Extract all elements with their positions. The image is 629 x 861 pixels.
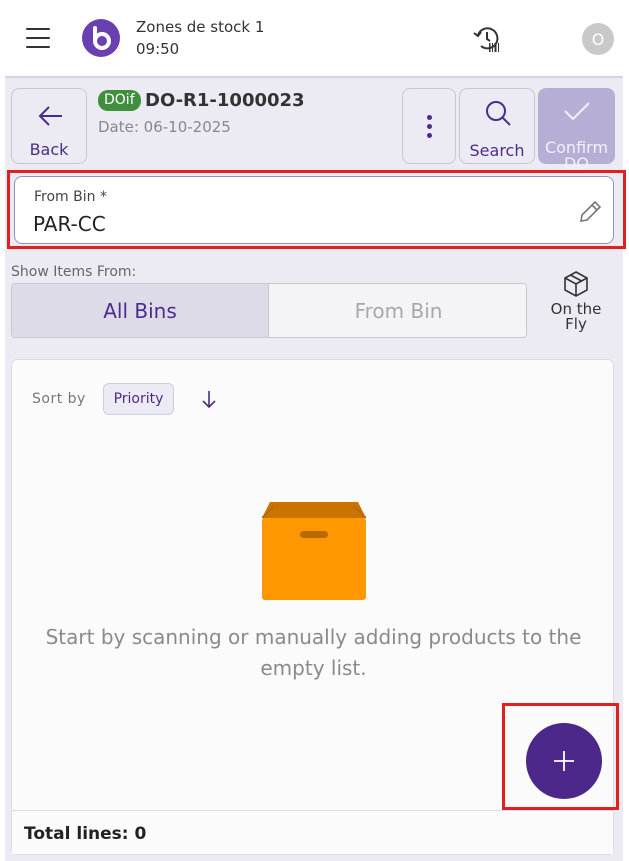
show-items-label: Show Items From:	[11, 264, 137, 280]
from-bin-field[interactable]: From Bin * PAR-CC	[14, 176, 614, 244]
plus-icon	[554, 751, 574, 771]
arrow-down-icon[interactable]	[199, 388, 219, 410]
show-items-toggle: All Bins From Bin	[11, 283, 527, 338]
search-label: Search	[469, 141, 525, 160]
avatar[interactable]: O	[582, 23, 614, 55]
package-icon	[564, 271, 588, 297]
tab-from-bin[interactable]: From Bin	[269, 284, 526, 337]
doc-date: Date: 06-10-2025	[98, 118, 231, 136]
arrow-left-icon	[38, 106, 62, 126]
clock-time: 09:50	[136, 40, 180, 58]
tab-all-bins[interactable]: All Bins	[12, 284, 269, 337]
from-bin-value: PAR-CC	[33, 212, 106, 236]
confirm-do-button[interactable]: Confirm DO	[538, 88, 615, 172]
sort-by-label: Sort by	[32, 391, 86, 407]
from-bin-label: From Bin *	[34, 189, 107, 205]
search-icon	[486, 101, 511, 126]
check-icon	[564, 102, 590, 121]
on-the-fly-button[interactable]: On the Fly	[540, 270, 612, 340]
empty-list-message: Start by scanning or manually adding pro…	[45, 625, 582, 680]
list-footer: Total lines: 0	[12, 810, 613, 854]
app-logo-icon	[82, 19, 120, 57]
menu-icon[interactable]	[26, 28, 50, 48]
app-title: Zones de stock 1	[136, 18, 265, 36]
doc-number: DO-R1-1000023	[145, 90, 305, 111]
total-lines: Total lines: 0	[24, 824, 147, 844]
search-button[interactable]: Search	[459, 88, 535, 164]
add-item-button[interactable]	[526, 723, 602, 799]
back-label: Back	[29, 140, 69, 159]
empty-box-icon	[262, 502, 366, 600]
confirm-label: Confirm DO	[544, 138, 609, 173]
history-barcode-icon[interactable]	[472, 24, 502, 54]
more-vert-icon	[427, 115, 433, 142]
doc-type-badge: DOif	[98, 90, 141, 111]
back-button[interactable]: Back	[11, 88, 87, 164]
on-the-fly-label: On the Fly	[550, 300, 602, 333]
app-header: Zones de stock 1 09:50 O	[0, 0, 629, 76]
sort-field-chip[interactable]: Priority	[103, 383, 174, 415]
more-options-button[interactable]	[402, 88, 456, 164]
pencil-icon[interactable]	[577, 199, 603, 225]
